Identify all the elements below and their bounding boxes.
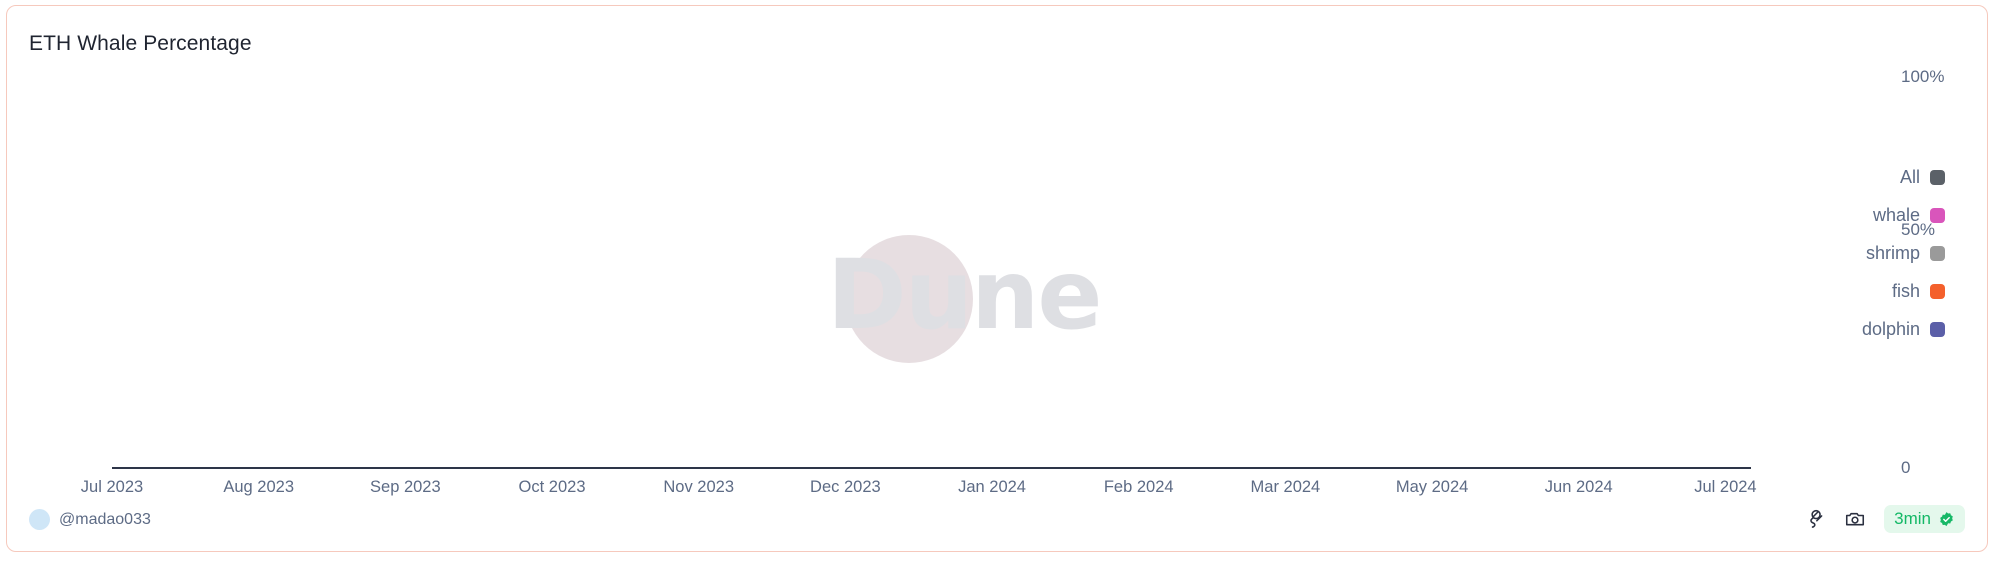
y-axis-tick-0: 0 [1901, 458, 1911, 477]
page-title: ETH Whale Percentage [29, 32, 252, 55]
y-axis-tick-100: 100% [1901, 67, 1945, 86]
plot-area [112, 76, 1750, 468]
bar-series-container [112, 76, 1750, 468]
chart-card: ETH Whale Percentage 100% 50% 0 Dune Jul… [6, 5, 1988, 552]
